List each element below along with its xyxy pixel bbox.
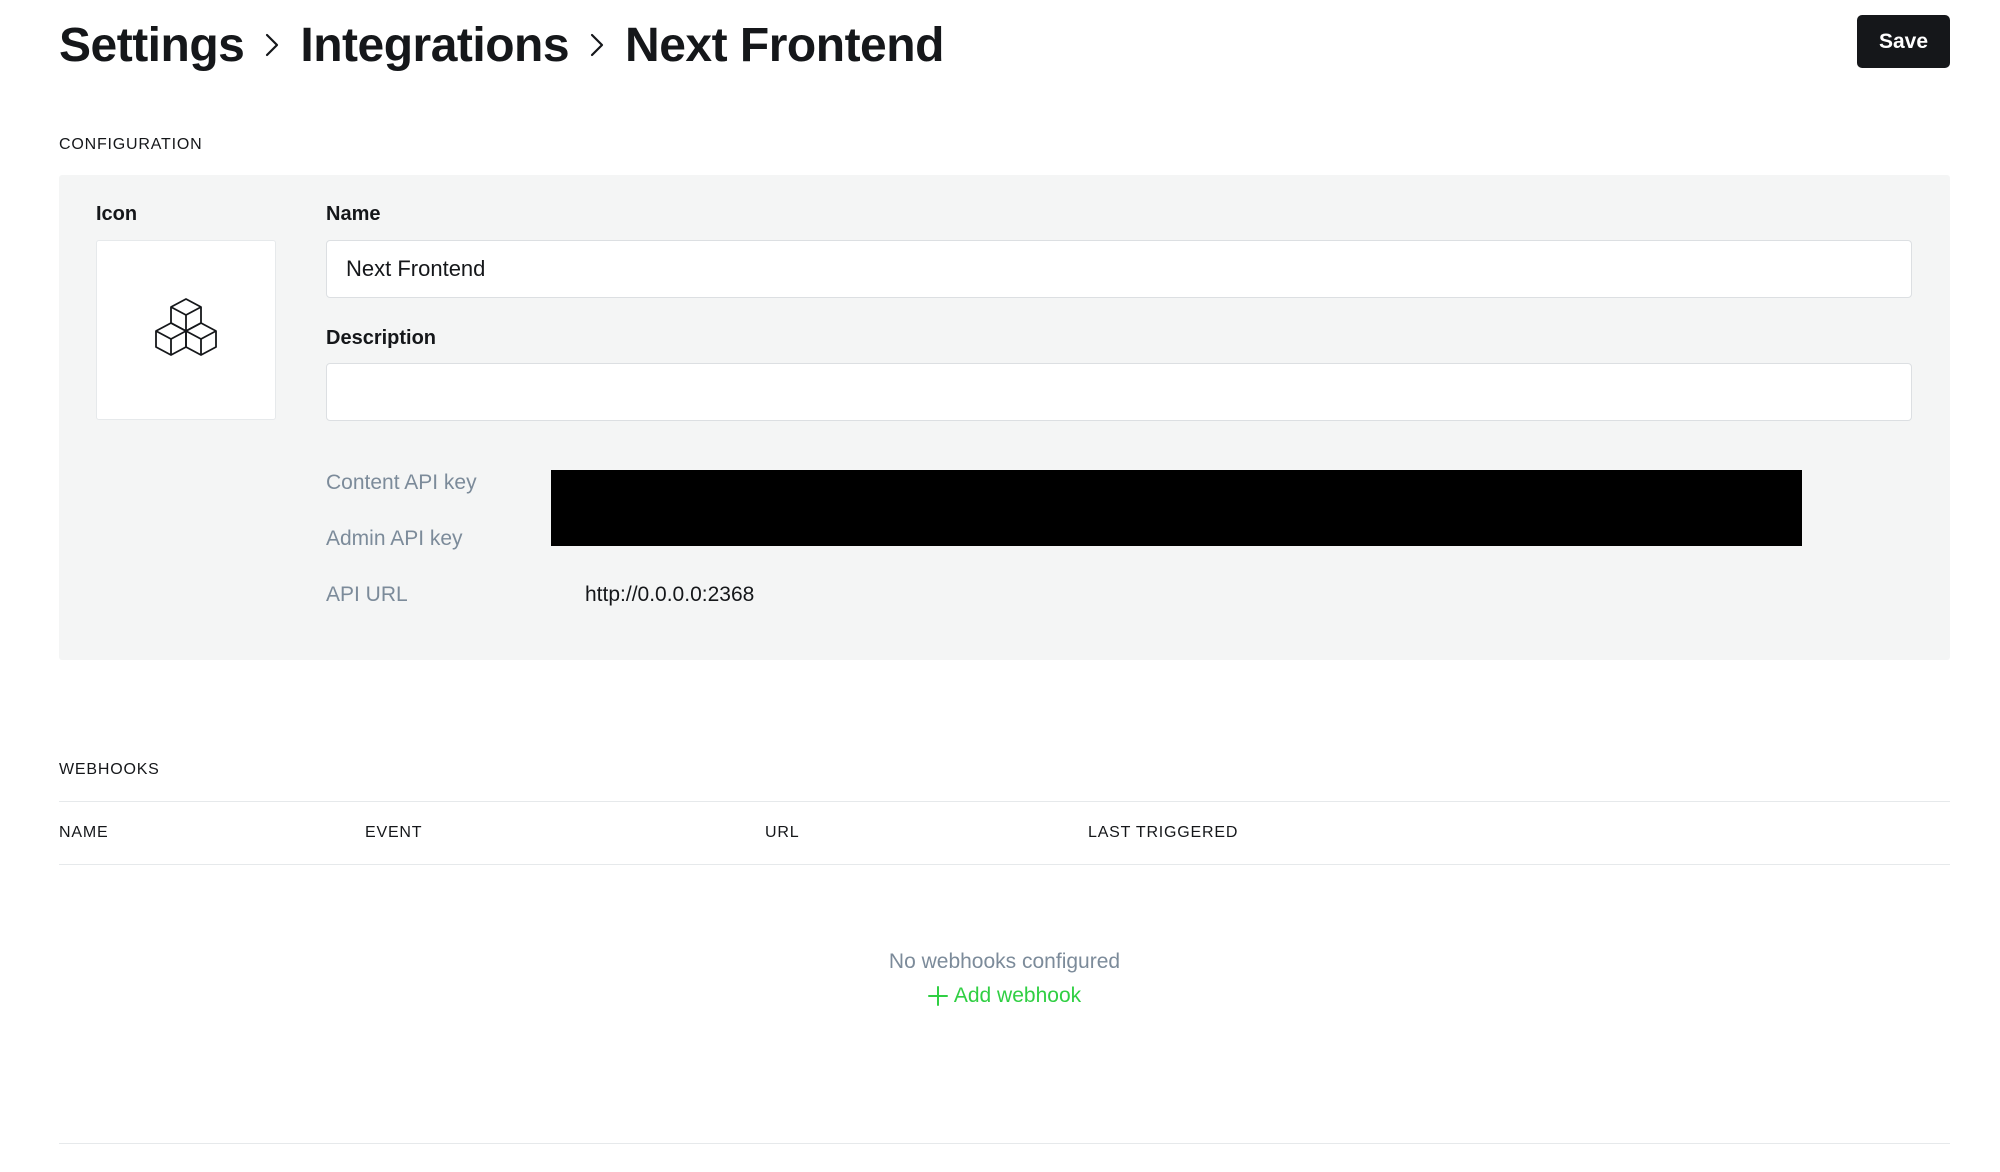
api-url-value: http://0.0.0.0:2368 bbox=[585, 583, 755, 606]
breadcrumb: Settings Integrations Next Frontend bbox=[59, 10, 944, 80]
plus-icon bbox=[927, 986, 948, 1006]
page-title: Next Frontend bbox=[625, 18, 944, 72]
chevron-right-icon bbox=[589, 32, 605, 58]
save-button[interactable]: Save bbox=[1857, 15, 1950, 68]
column-header-url: URL bbox=[765, 824, 800, 841]
cubes-icon bbox=[155, 298, 217, 356]
name-input[interactable] bbox=[326, 240, 1912, 298]
icon-label: Icon bbox=[96, 203, 138, 225]
content-api-key-label: Content API key bbox=[326, 471, 477, 494]
configuration-section-title: CONFIGURATION bbox=[59, 136, 203, 153]
api-url-label: API URL bbox=[326, 583, 408, 606]
webhooks-empty-state: No webhooks configured Add webhook bbox=[59, 945, 1950, 1011]
add-webhook-button[interactable]: Add webhook bbox=[927, 981, 1082, 1011]
breadcrumb-integrations[interactable]: Integrations bbox=[300, 18, 569, 73]
webhooks-table: NAME EVENT URL LAST TRIGGERED bbox=[59, 801, 1950, 865]
page-header: Settings Integrations Next Frontend Save bbox=[59, 10, 1950, 80]
column-header-name: NAME bbox=[59, 824, 109, 841]
column-header-event: EVENT bbox=[365, 824, 423, 841]
add-webhook-label: Add webhook bbox=[953, 984, 1082, 1007]
column-header-last-triggered: LAST TRIGGERED bbox=[1088, 824, 1239, 841]
webhooks-section-title: WEBHOOKS bbox=[59, 761, 160, 778]
description-input[interactable] bbox=[326, 363, 1912, 421]
divider bbox=[59, 1143, 1950, 1144]
name-label: Name bbox=[326, 203, 381, 225]
breadcrumb-settings[interactable]: Settings bbox=[59, 18, 245, 73]
integration-icon-upload[interactable] bbox=[96, 240, 276, 420]
admin-api-key-label: Admin API key bbox=[326, 527, 463, 550]
redacted-api-keys bbox=[551, 470, 1802, 546]
description-label: Description bbox=[326, 327, 437, 349]
webhooks-table-header: NAME EVENT URL LAST TRIGGERED bbox=[59, 801, 1950, 865]
empty-state-text: No webhooks configured bbox=[888, 950, 1121, 973]
chevron-right-icon bbox=[264, 32, 280, 58]
configuration-panel: Icon Name Description Content API key Ad… bbox=[59, 175, 1950, 660]
